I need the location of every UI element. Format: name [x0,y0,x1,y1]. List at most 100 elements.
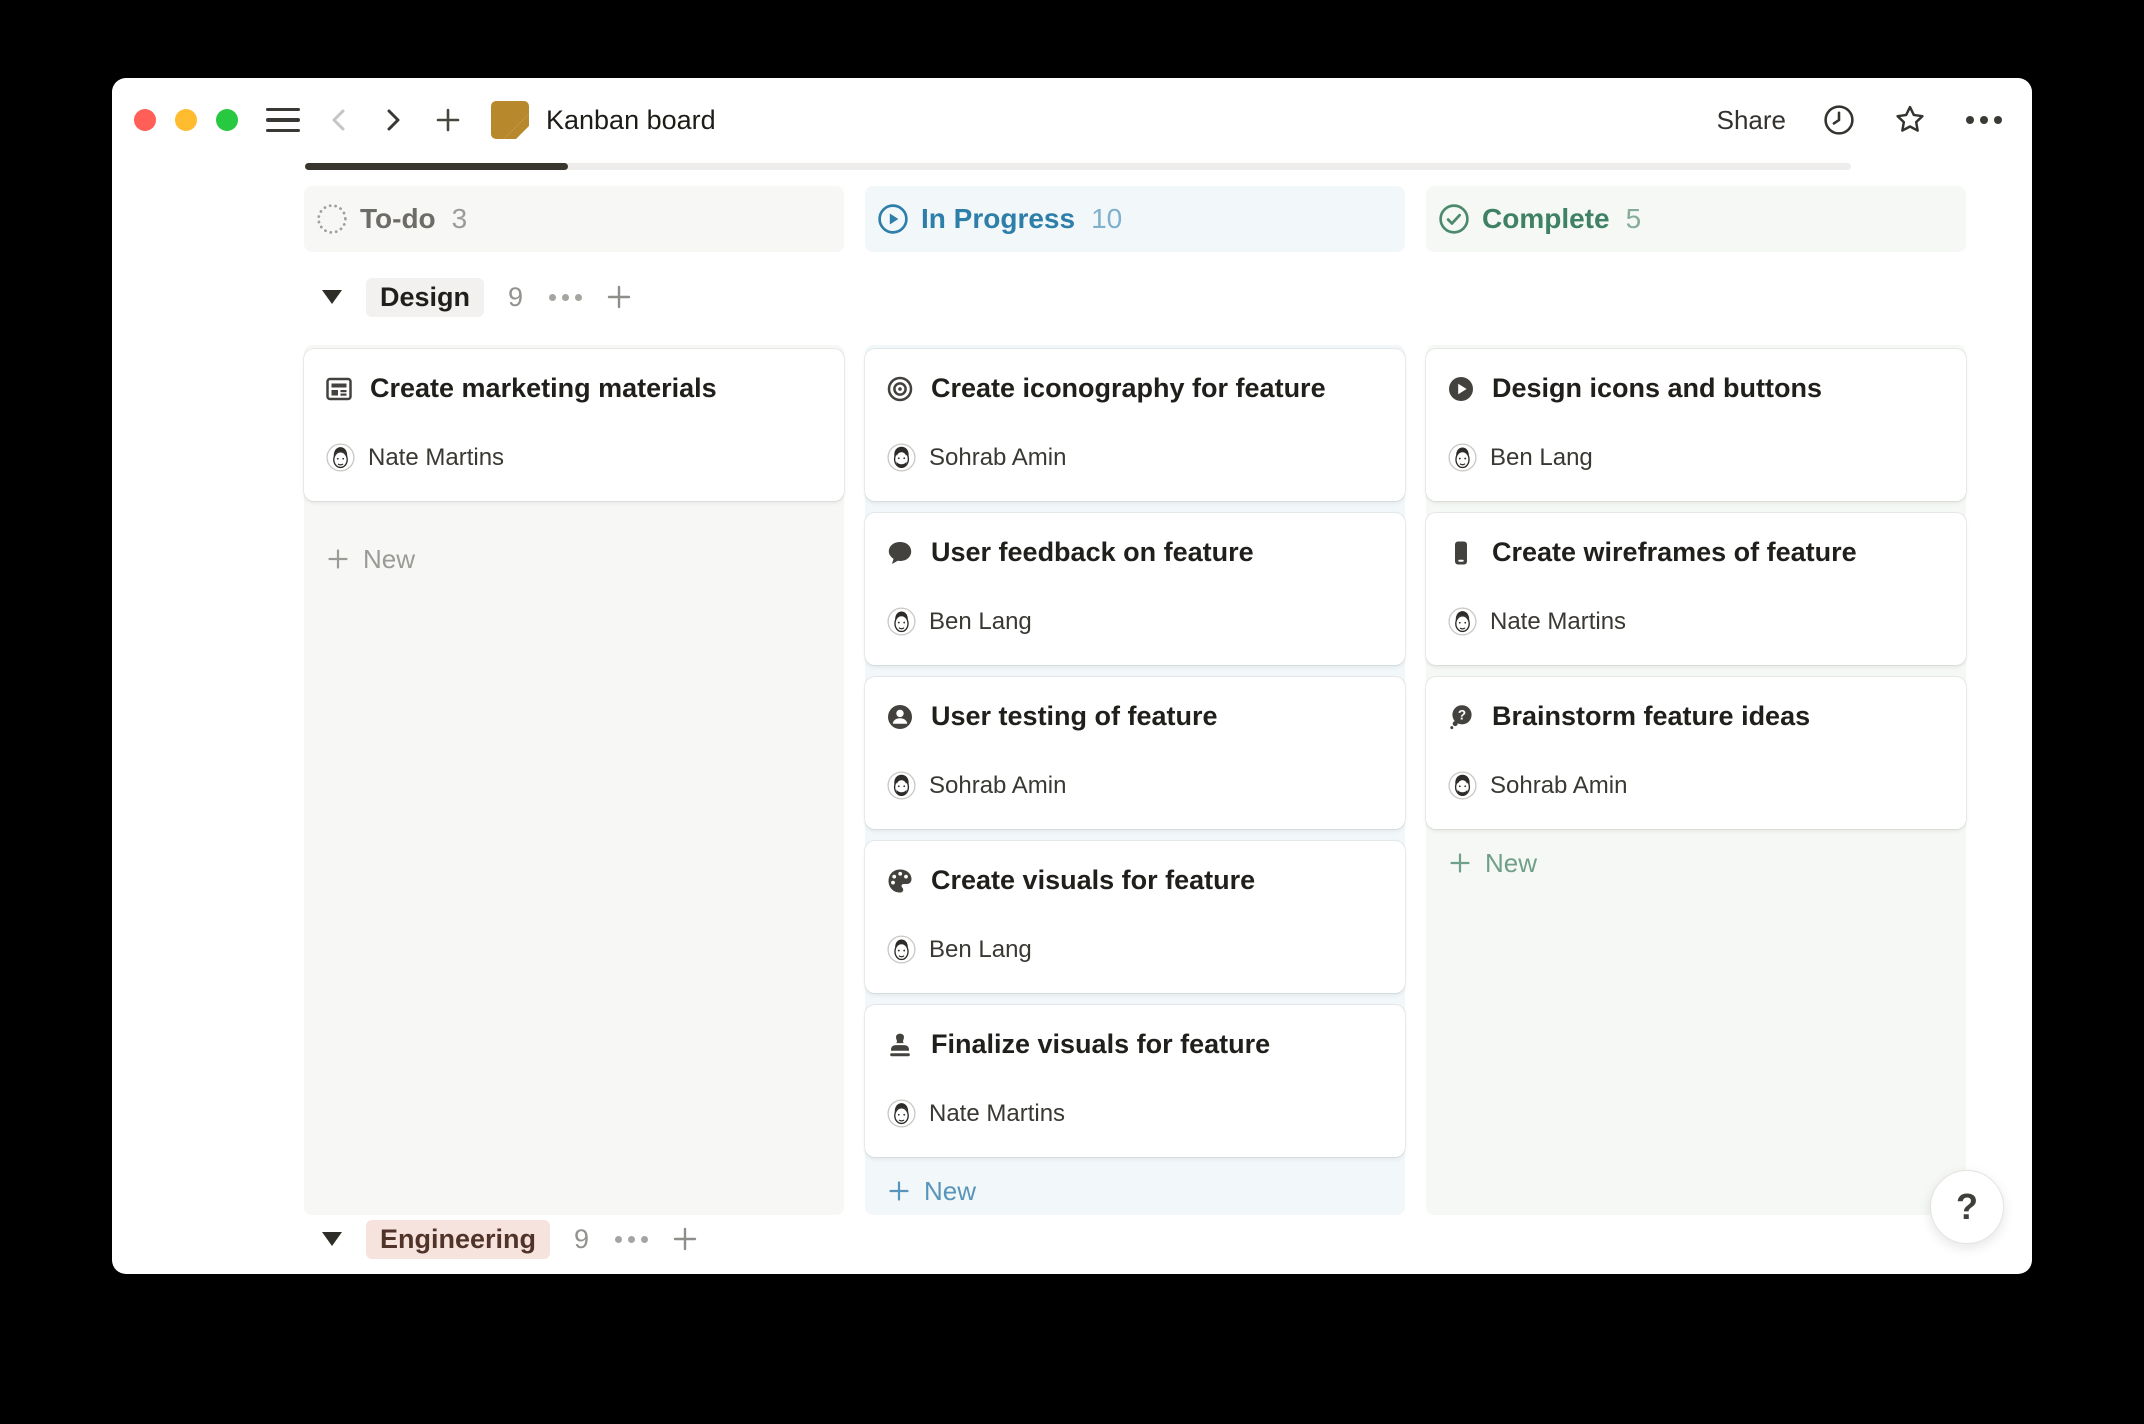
back-icon[interactable] [324,104,354,136]
card-user-testing[interactable]: User testing of feature Sohrab Amin [865,677,1405,829]
assignee-name: Nate Martins [1490,608,1626,636]
speech-bubble-icon [885,538,915,568]
collapse-triangle-icon[interactable] [322,290,342,304]
minimize-window-button[interactable] [175,109,197,131]
group-pill-engineering[interactable]: Engineering [366,1220,550,1259]
play-circle-filled-icon [1446,374,1476,404]
help-button[interactable]: ? [1930,1170,2004,1244]
new-page-plus-icon[interactable] [432,104,464,136]
group-row-design: Design 9 [322,277,1966,317]
group-count: 9 [508,282,523,313]
card-create-wireframes[interactable]: Create wireframes of feature Nate Martin… [1426,513,1966,665]
sidebar-menu-icon[interactable] [266,108,300,133]
dashed-circle-icon [315,202,349,236]
avatar-ben-lang [887,607,916,636]
plus-icon [326,547,350,571]
plus-icon [1448,851,1472,875]
column-count: 10 [1091,203,1122,235]
avatar-nate-martins [326,443,355,472]
bullseye-icon [885,374,915,404]
avatar-ben-lang [887,935,916,964]
titlebar: Kanban board Share [112,78,2032,162]
column-label: Complete [1482,203,1610,235]
new-card-button-todo[interactable]: New [304,537,844,581]
card-create-marketing-materials[interactable]: Create marketing materials Nate Martins [304,349,844,501]
card-user-feedback[interactable]: User feedback on feature Ben Lang [865,513,1405,665]
avatar-sohrab-amin [887,771,916,800]
card-title: Create wireframes of feature [1492,537,1857,568]
column-todo: Create marketing materials Nate Martins … [304,345,844,1215]
check-circle-icon [1437,202,1471,236]
column-label: In Progress [921,203,1075,235]
avatar-sohrab-amin [1448,771,1477,800]
card-brainstorm-ideas[interactable]: ? Brainstorm feature ideas Sohrab Amin [1426,677,1966,829]
close-window-button[interactable] [134,109,156,131]
group-pill-design[interactable]: Design [366,278,484,317]
new-label: New [924,1176,976,1207]
avatar-nate-martins [1448,607,1477,636]
play-circle-outline-icon [876,202,910,236]
newspaper-icon [324,374,354,404]
assignee-name: Ben Lang [1490,444,1593,472]
stamp-icon [885,1030,915,1060]
zoom-window-button[interactable] [216,109,238,131]
person-circle-icon [885,702,915,732]
palette-icon [885,866,915,896]
column-complete: Design icons and buttons Ben Lang [1426,345,1966,1215]
new-label: New [363,544,415,575]
horizontal-scrollbar-track[interactable] [305,163,1851,170]
card-title: Brainstorm feature ideas [1492,701,1810,732]
page-title: Kanban board [546,105,716,136]
history-clock-icon[interactable] [1822,103,1856,137]
assignee-name: Ben Lang [929,608,1032,636]
card-title: User testing of feature [931,701,1218,732]
group-more-icon[interactable] [615,1236,648,1243]
group-add-icon[interactable] [604,282,634,312]
card-title: Create iconography for feature [931,373,1326,404]
column-in-progress: Create iconography for feature Sohrab Am… [865,345,1405,1215]
card-title: Create visuals for feature [931,865,1255,896]
new-label: New [1485,848,1537,879]
group-count: 9 [574,1224,589,1255]
card-create-visuals[interactable]: Create visuals for feature Ben Lang [865,841,1405,993]
card-create-iconography[interactable]: Create iconography for feature Sohrab Am… [865,349,1405,501]
column-header-complete[interactable]: Complete 5 [1426,186,1966,252]
card-title: Finalize visuals for feature [931,1029,1270,1060]
column-header-in-progress[interactable]: In Progress 10 [865,186,1405,252]
column-headers: To-do 3 In Progress 10 [304,186,1966,252]
assignee-name: Sohrab Amin [1490,772,1627,800]
board-columns: Create marketing materials Nate Martins … [304,345,1966,1215]
kanban-page-icon [490,100,530,140]
group-add-icon[interactable] [670,1224,700,1254]
collapse-triangle-icon[interactable] [322,1232,342,1246]
group-row-engineering: Engineering 9 [322,1218,700,1260]
svg-text:?: ? [1458,707,1466,722]
plus-icon [887,1179,911,1203]
forward-icon[interactable] [378,104,408,136]
more-options-icon[interactable] [1964,114,2004,126]
column-count: 5 [1626,203,1642,235]
favorite-star-icon[interactable] [1892,102,1928,138]
column-label: To-do [360,203,436,235]
assignee-name: Ben Lang [929,936,1032,964]
card-title: Create marketing materials [370,373,717,404]
assignee-name: Sohrab Amin [929,772,1066,800]
mobile-icon [1446,538,1476,568]
group-more-icon[interactable] [549,294,582,301]
card-title: User feedback on feature [931,537,1254,568]
card-title: Design icons and buttons [1492,373,1822,404]
new-card-button-complete[interactable]: New [1426,841,1966,885]
thought-bubble-icon: ? [1446,702,1476,732]
avatar-sohrab-amin [887,443,916,472]
column-header-todo[interactable]: To-do 3 [304,186,844,252]
assignee-name: Nate Martins [929,1100,1065,1128]
new-card-button-in-progress[interactable]: New [865,1169,1405,1213]
card-design-icons-buttons[interactable]: Design icons and buttons Ben Lang [1426,349,1966,501]
column-count: 3 [452,203,468,235]
app-window: Kanban board Share [112,78,2032,1274]
horizontal-scrollbar-thumb[interactable] [305,163,568,170]
share-button[interactable]: Share [1717,105,1786,136]
traffic-lights [134,109,238,131]
card-finalize-visuals[interactable]: Finalize visuals for feature Nate Martin… [865,1005,1405,1157]
avatar-ben-lang [1448,443,1477,472]
